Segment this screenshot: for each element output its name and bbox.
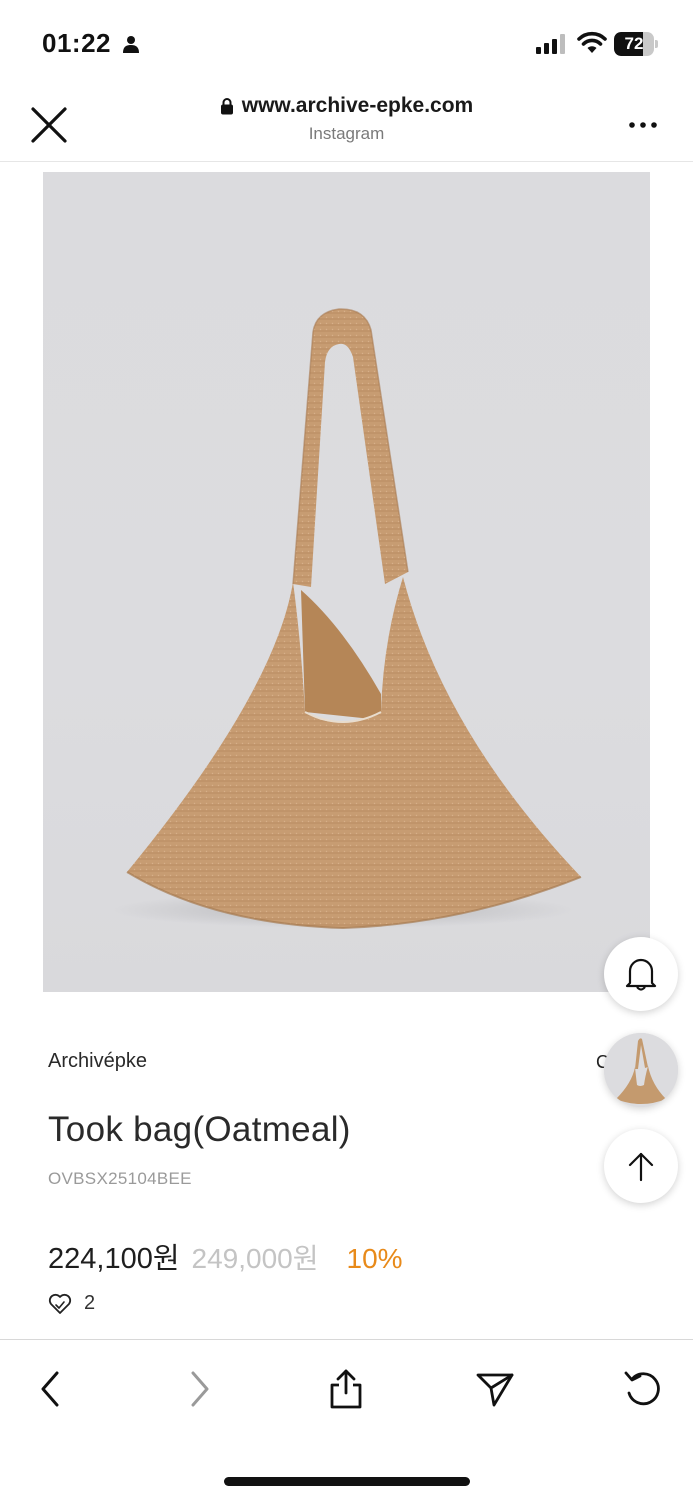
bottom-toolbar [0, 1339, 693, 1500]
share-button[interactable] [318, 1364, 374, 1414]
close-button[interactable] [28, 104, 70, 146]
product-code: OVBSX25104BEE [48, 1169, 192, 1188]
back-button[interactable] [22, 1364, 78, 1414]
share-icon [330, 1369, 362, 1409]
bag-thumbnail [604, 1033, 678, 1107]
status-time: 01:22 [42, 28, 111, 58]
status-bar: 01:22 72 [0, 0, 693, 88]
chevron-right-icon [191, 1371, 209, 1407]
arrow-up-icon [628, 1152, 654, 1182]
chevron-left-icon [41, 1371, 59, 1407]
scroll-top-button[interactable] [604, 1129, 678, 1203]
like-count-value: 2 [84, 1292, 96, 1314]
more-dots-icon [629, 122, 657, 128]
product-title: Took bag(Oatmeal) [48, 1110, 351, 1149]
bell-icon [625, 958, 657, 991]
lock-icon [220, 98, 233, 115]
browser-header: www.archive-epke.com Instagram [0, 88, 693, 162]
paper-plane-icon [476, 1373, 514, 1407]
reload-button[interactable] [615, 1364, 671, 1414]
price-row: 224,100원 249,000원 10% [48, 1235, 403, 1277]
wifi-icon [577, 31, 607, 53]
forward-button[interactable] [172, 1364, 228, 1414]
url-text: www.archive-epke.com [241, 94, 474, 117]
close-icon [31, 107, 67, 143]
sale-price: 224,100원 [48, 1243, 180, 1275]
brand-name[interactable]: Archivépke [48, 1050, 147, 1073]
battery-level: 72 [624, 34, 644, 53]
notification-button[interactable] [604, 937, 678, 1011]
battery-icon: 72 [614, 32, 658, 56]
original-price: 249,000원 [191, 1243, 319, 1274]
person-icon [123, 36, 139, 53]
home-indicator [224, 1477, 470, 1486]
bag-illustration [113, 308, 582, 930]
signal-icon [536, 34, 565, 54]
send-button[interactable] [467, 1364, 523, 1414]
product-image[interactable] [43, 172, 650, 992]
source-label: Instagram [308, 124, 385, 143]
like-count[interactable]: 2 [48, 1292, 95, 1315]
more-button[interactable] [620, 110, 666, 140]
url-block[interactable]: www.archive-epke.com Instagram [150, 94, 543, 144]
recent-product-thumbnail[interactable] [604, 1033, 678, 1107]
discount-rate: 10% [346, 1243, 403, 1274]
reload-icon [624, 1371, 660, 1406]
heart-icon [48, 1293, 72, 1314]
